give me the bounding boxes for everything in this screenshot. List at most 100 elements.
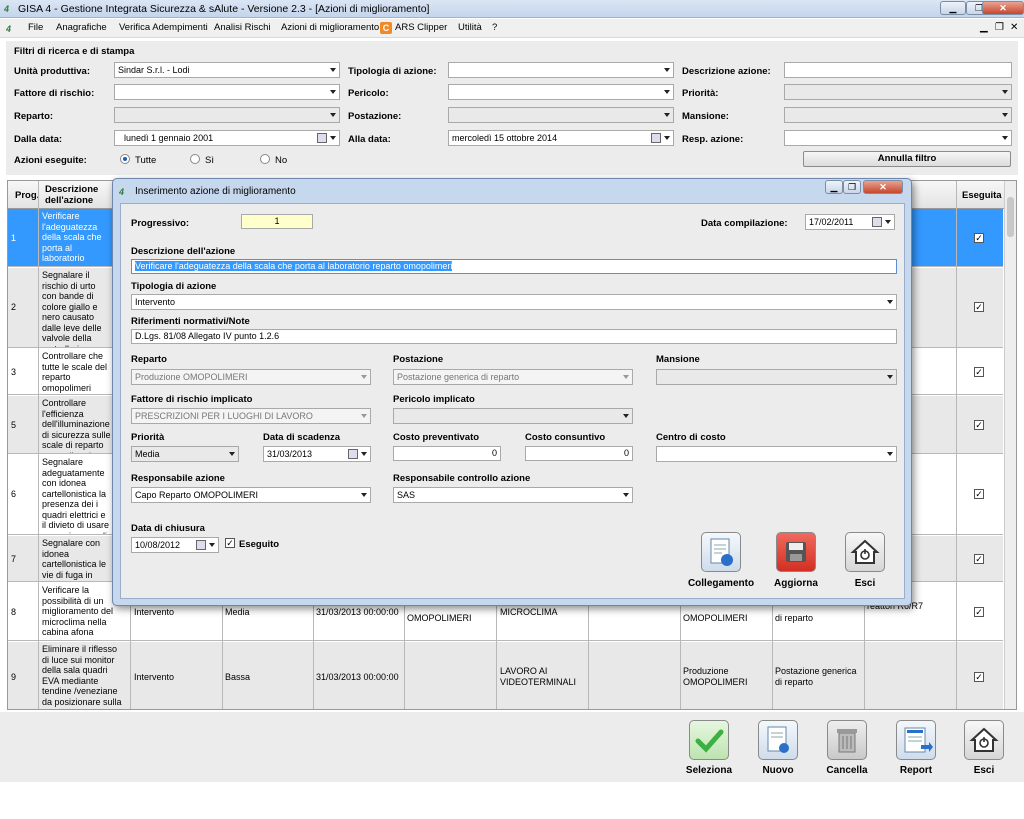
aggiorna-button[interactable] bbox=[776, 532, 816, 572]
eseguita-checkbox[interactable]: ✓ bbox=[974, 420, 984, 430]
riferimenti-input[interactable]: D.Lgs. 81/08 Allegato IV punto 1.2.6 bbox=[131, 329, 897, 344]
dialog-esci-button[interactable] bbox=[845, 532, 885, 572]
col-eseguita[interactable]: Eseguita bbox=[962, 190, 1002, 201]
priorita-select[interactable] bbox=[784, 84, 1012, 100]
home-power-icon bbox=[969, 727, 999, 752]
dialog-app-icon: 4 bbox=[119, 187, 125, 197]
centro-costo-select[interactable] bbox=[656, 446, 897, 462]
dialog-minimize-button[interactable]: ▁ bbox=[825, 180, 843, 194]
dialog-restore-button[interactable]: ❐ bbox=[843, 180, 861, 194]
eseguita-checkbox[interactable]: ✓ bbox=[974, 489, 984, 499]
pericolo-select[interactable] bbox=[448, 84, 674, 100]
eseguito-checkbox[interactable]: ✓ bbox=[225, 538, 235, 548]
annulla-filtro-button[interactable]: Annulla filtro bbox=[803, 151, 1011, 167]
fattore-label: Fattore di rischio: bbox=[14, 88, 95, 99]
esci-button[interactable] bbox=[964, 720, 1004, 760]
dialog-close-button[interactable]: ✕ bbox=[863, 180, 903, 194]
eseguita-checkbox[interactable]: ✓ bbox=[974, 367, 984, 377]
resp-select[interactable] bbox=[784, 130, 1012, 146]
menu-analisi-rischi[interactable]: Analisi Rischi bbox=[214, 22, 271, 33]
table-row[interactable]: 9 Eliminare il riflesso di luce sui moni… bbox=[8, 642, 1003, 709]
menu-anagrafiche[interactable]: Anagrafiche bbox=[56, 22, 107, 33]
menu-help[interactable]: ? bbox=[492, 22, 497, 33]
pericolo-select[interactable] bbox=[393, 408, 633, 424]
costo-preventivato-label: Costo preventivato bbox=[393, 432, 480, 443]
menu-utilita[interactable]: Utilità bbox=[458, 22, 482, 33]
close-window-button[interactable]: ✕ bbox=[982, 1, 1024, 15]
calendar-icon[interactable] bbox=[196, 540, 206, 550]
priorita-select[interactable]: Media bbox=[131, 446, 239, 462]
dialog-body: Progressivo: 1 Data compilazione: 17/02/… bbox=[120, 203, 905, 599]
pericolo-label: Pericolo implicato bbox=[393, 394, 475, 405]
mdi-restore-icon[interactable]: ❐ bbox=[995, 22, 1004, 33]
dalla-data-label: Dalla data: bbox=[14, 134, 63, 145]
postazione-label: Postazione: bbox=[348, 111, 402, 122]
resp-controllo-select[interactable]: SAS bbox=[393, 487, 633, 503]
costo-consuntivo-input[interactable]: 0 bbox=[525, 446, 633, 461]
mdi-close-icon[interactable]: ✕ bbox=[1010, 22, 1018, 33]
window-title: GISA 4 - Gestione Integrata Sicurezza & … bbox=[18, 3, 430, 15]
inserimento-dialog: 4 Inserimento azione di miglioramento ▁ … bbox=[112, 178, 912, 606]
postazione-select: Postazione generica di reparto bbox=[393, 369, 633, 385]
fattore-select[interactable] bbox=[114, 84, 340, 100]
minimize-window-button[interactable]: ▁ bbox=[940, 1, 966, 15]
menu-azioni-miglioramento[interactable]: Azioni di miglioramento bbox=[281, 22, 379, 33]
postazione-label: Postazione bbox=[393, 354, 444, 365]
filters-title: Filtri di ricerca e di stampa bbox=[14, 46, 135, 57]
eseguita-checkbox[interactable]: ✓ bbox=[974, 302, 984, 312]
tipologia-select[interactable]: Intervento bbox=[131, 294, 897, 310]
descrizione-input[interactable] bbox=[784, 62, 1012, 78]
mansione-select[interactable] bbox=[656, 369, 897, 385]
descrizione-input[interactable]: Verificare l'adeguatezza della scala che… bbox=[131, 259, 897, 274]
unita-produttiva-select[interactable]: Sindar S.r.l. - Lodi bbox=[114, 62, 340, 78]
data-compilazione-picker[interactable]: 17/02/2011 bbox=[805, 214, 895, 230]
mansione-select[interactable] bbox=[784, 107, 1012, 123]
tipologia-select[interactable] bbox=[448, 62, 674, 78]
ars-clipper-icon: C bbox=[380, 22, 392, 34]
menu-verifica-adempimenti[interactable]: Verifica Adempimenti bbox=[119, 22, 208, 33]
eseguita-checkbox[interactable]: ✓ bbox=[974, 554, 984, 564]
tipologia-label: Tipologia di azione bbox=[131, 281, 217, 292]
grid-scrollbar[interactable] bbox=[1004, 181, 1016, 709]
seleziona-button[interactable] bbox=[689, 720, 729, 760]
radio-no-label: No bbox=[275, 155, 288, 166]
scadenza-label: Data di scadenza bbox=[263, 432, 341, 443]
radio-tutte[interactable] bbox=[120, 154, 130, 164]
progressivo-field[interactable]: 1 bbox=[241, 214, 313, 229]
cancella-button[interactable] bbox=[827, 720, 867, 760]
scadenza-picker[interactable]: 31/03/2013 bbox=[263, 446, 371, 462]
checkmark-icon bbox=[695, 729, 724, 753]
costo-preventivato-input[interactable]: 0 bbox=[393, 446, 501, 461]
col-descrizione[interactable]: Descrizione dell'azione bbox=[45, 184, 105, 206]
window-titlebar: 4 GISA 4 - Gestione Integrata Sicurezza … bbox=[0, 0, 1024, 18]
calendar-icon[interactable] bbox=[348, 449, 358, 459]
menu-file[interactable]: File bbox=[28, 22, 43, 33]
eseguita-checkbox[interactable]: ✓ bbox=[974, 672, 984, 682]
filters-panel: Filtri di ricerca e di stampa Unità prod… bbox=[6, 41, 1018, 175]
menu-ars-clipper[interactable]: ARS Clipper bbox=[395, 22, 447, 33]
progressivo-label: Progressivo: bbox=[131, 218, 190, 229]
postazione-select[interactable] bbox=[448, 107, 674, 123]
resp-label: Resp. azione: bbox=[682, 134, 744, 145]
seleziona-label: Seleziona bbox=[685, 765, 733, 776]
report-button[interactable] bbox=[896, 720, 936, 760]
mdi-minimize-icon[interactable]: ▁ bbox=[980, 22, 988, 33]
cancella-label: Cancella bbox=[826, 765, 868, 776]
eseguita-checkbox[interactable]: ✓ bbox=[974, 233, 984, 243]
resp-azione-select[interactable]: Capo Reparto OMOPOLIMERI bbox=[131, 487, 371, 503]
calendar-icon[interactable] bbox=[651, 133, 661, 143]
radio-no[interactable] bbox=[260, 154, 270, 164]
scroll-thumb[interactable] bbox=[1007, 197, 1014, 237]
alla-data-picker[interactable]: mercoledì 15 ottobre 2014 bbox=[448, 130, 674, 146]
dalla-data-picker[interactable]: lunedì 1 gennaio 2001 bbox=[114, 130, 340, 146]
nuovo-button[interactable] bbox=[758, 720, 798, 760]
eseguita-checkbox[interactable]: ✓ bbox=[974, 607, 984, 617]
calendar-icon[interactable] bbox=[872, 217, 882, 227]
reparto-select[interactable] bbox=[114, 107, 340, 123]
calendar-icon[interactable] bbox=[317, 133, 327, 143]
collegamento-button[interactable] bbox=[701, 532, 741, 572]
tipologia-label: Tipologia di azione: bbox=[348, 66, 437, 77]
chiusura-picker[interactable]: 10/08/2012 bbox=[131, 537, 219, 553]
radio-si[interactable] bbox=[190, 154, 200, 164]
col-prog[interactable]: Prog. bbox=[15, 190, 39, 201]
